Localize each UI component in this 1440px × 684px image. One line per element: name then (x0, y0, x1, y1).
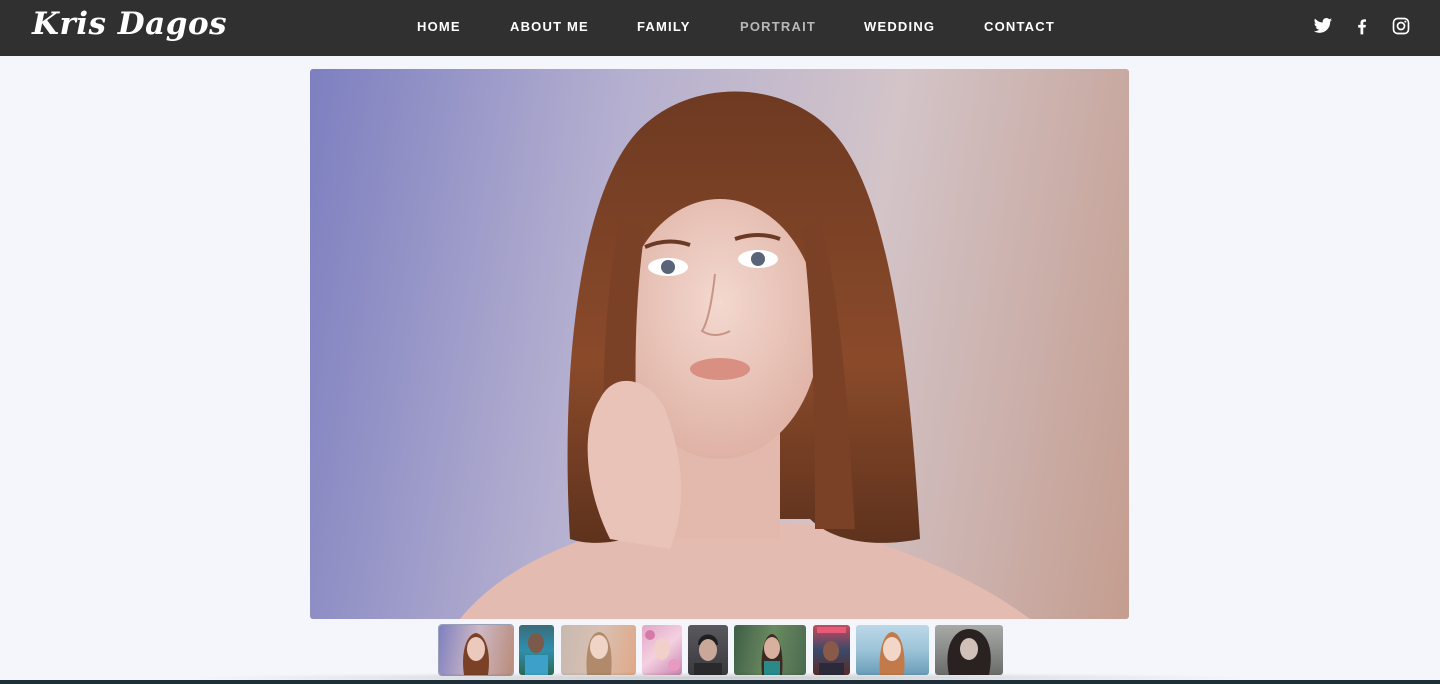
portrait-photo (460, 91, 1030, 619)
site-header: Kris Dagos HOME ABOUT ME FAMILY PORTRAIT… (0, 0, 1440, 56)
thumbnail-6[interactable] (734, 625, 806, 675)
thumbnail-5[interactable] (688, 625, 728, 675)
instagram-icon[interactable] (1391, 16, 1411, 36)
thumbnail-2[interactable] (519, 625, 554, 675)
nav-item-family[interactable]: FAMILY (637, 19, 691, 35)
nav-item-home[interactable]: HOME (417, 19, 461, 35)
thumbnail-3[interactable] (561, 625, 636, 675)
thumbnail-strip (0, 624, 1440, 676)
thumbnail-8[interactable] (856, 625, 929, 675)
site-logo[interactable]: Kris Dagos (32, 4, 227, 44)
nav-item-portrait[interactable]: PORTRAIT (740, 19, 816, 35)
nav-item-wedding[interactable]: WEDDING (864, 19, 935, 35)
bottom-edge (0, 680, 1440, 684)
thumbnail-1[interactable] (438, 624, 514, 676)
thumbnail-7[interactable] (813, 625, 850, 675)
thumbnail-4[interactable] (642, 625, 682, 675)
hero-portrait-image[interactable] (310, 69, 1129, 619)
facebook-icon[interactable] (1352, 16, 1372, 36)
twitter-icon[interactable] (1313, 16, 1333, 36)
thumbnail-9[interactable] (935, 625, 1003, 675)
nav-item-about-me[interactable]: ABOUT ME (510, 19, 589, 35)
nav-item-contact[interactable]: CONTACT (984, 19, 1055, 35)
